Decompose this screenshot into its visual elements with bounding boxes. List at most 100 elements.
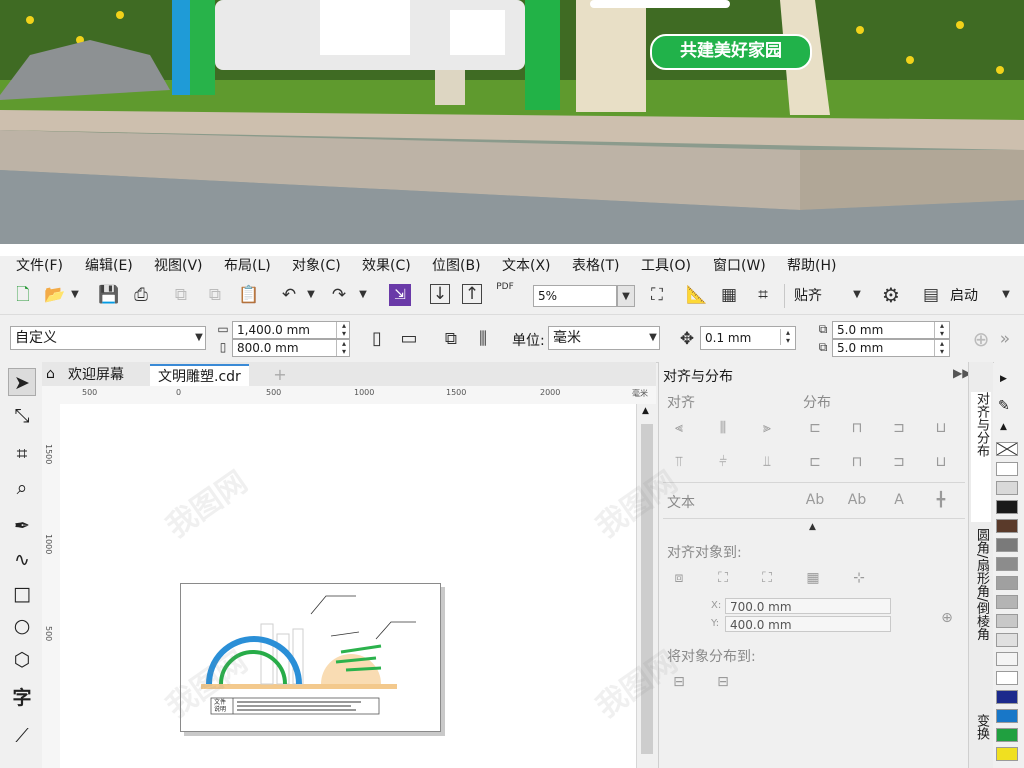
color-swatch[interactable] bbox=[996, 690, 1018, 704]
add-page-icon[interactable]: ⊕ bbox=[970, 328, 992, 350]
tab-document[interactable]: 文明雕塑.cdr bbox=[150, 364, 249, 388]
options-gear-icon[interactable]: ⚙ bbox=[880, 284, 902, 306]
home-icon[interactable]: ⌂ bbox=[46, 366, 55, 382]
menu-tools[interactable]: 工具(O) bbox=[641, 256, 691, 276]
align-to-page-edge-icon[interactable]: ⛶ bbox=[711, 566, 735, 590]
align-right-icon[interactable]: ⫸ bbox=[755, 416, 779, 440]
duplicate-x-field[interactable]: 5.0 mm bbox=[832, 321, 950, 339]
print-icon[interactable]: ⎙ bbox=[130, 284, 152, 306]
color-swatch[interactable] bbox=[996, 481, 1018, 495]
palette-expand-icon[interactable]: ▲ bbox=[1000, 422, 1007, 432]
distribute-to-page-icon[interactable]: ⊟ bbox=[711, 670, 735, 694]
new-document-icon[interactable]: 🗋 bbox=[12, 284, 34, 306]
redo-dropdown-icon[interactable]: ▼ bbox=[352, 284, 374, 306]
menu-object[interactable]: 对象(C) bbox=[292, 256, 341, 276]
color-swatch[interactable] bbox=[996, 595, 1018, 609]
landscape-icon[interactable]: ▭ bbox=[398, 328, 420, 350]
menu-table[interactable]: 表格(T) bbox=[572, 256, 619, 276]
guidelines-icon[interactable]: ⌗ bbox=[752, 284, 774, 306]
tab-welcome[interactable]: 欢迎屏幕 bbox=[60, 364, 132, 386]
align-top-icon[interactable]: ⫪ bbox=[667, 450, 691, 474]
all-pages-icon[interactable]: ⧉ bbox=[440, 328, 462, 350]
snap-dropdown-icon[interactable]: ▼ bbox=[846, 284, 868, 306]
page-size-preset[interactable]: 自定义 bbox=[10, 326, 206, 350]
full-screen-icon[interactable]: ⛶ bbox=[646, 284, 668, 306]
text-first-baseline-icon[interactable]: Ab bbox=[803, 488, 827, 512]
align-left-icon[interactable]: ⫷ bbox=[667, 416, 691, 440]
portrait-icon[interactable]: ▯ bbox=[366, 328, 388, 350]
menu-view[interactable]: 视图(V) bbox=[154, 256, 203, 276]
dup-y-spinner[interactable]: ▴ ▾ bbox=[934, 340, 949, 356]
menu-edit[interactable]: 编辑(E) bbox=[85, 256, 133, 276]
color-swatch[interactable] bbox=[996, 652, 1018, 666]
page-height-field[interactable]: 800.0 mm bbox=[232, 339, 350, 357]
color-swatch[interactable] bbox=[996, 576, 1018, 590]
text-outline-icon[interactable]: ╋ bbox=[929, 488, 953, 512]
color-swatch[interactable] bbox=[996, 671, 1018, 685]
distribute-to-selection-icon[interactable]: ⊟ bbox=[667, 670, 691, 694]
more-options-icon[interactable]: » bbox=[994, 328, 1016, 350]
color-swatch[interactable] bbox=[996, 747, 1018, 761]
duplicate-y-field[interactable]: 5.0 mm bbox=[832, 339, 950, 357]
search-content-icon[interactable]: ⇲ bbox=[389, 284, 411, 306]
snap-to-button[interactable]: 贴齐 bbox=[794, 286, 822, 306]
color-swatch[interactable] bbox=[996, 728, 1018, 742]
vertical-ruler[interactable]: 1500 1000 500 bbox=[42, 404, 61, 768]
reset-point-icon[interactable]: ⊕ bbox=[935, 606, 959, 630]
color-swatch[interactable] bbox=[996, 519, 1018, 533]
zoom-dropdown-icon[interactable]: ▼ bbox=[617, 285, 635, 307]
distribute-space-h-icon[interactable]: ⊔ bbox=[929, 416, 953, 440]
color-swatch[interactable] bbox=[996, 500, 1018, 514]
menu-window[interactable]: 窗口(W) bbox=[713, 256, 766, 276]
distribute-top-icon[interactable]: ⊏ bbox=[803, 450, 827, 474]
open-dropdown-icon[interactable]: ▼ bbox=[64, 284, 86, 306]
text-bbox-icon[interactable]: A bbox=[887, 488, 911, 512]
polygon-tool-icon[interactable]: ⬡ bbox=[8, 646, 36, 674]
distribute-space-v-icon[interactable]: ⊔ bbox=[929, 450, 953, 474]
artistic-media-icon[interactable]: ∿ bbox=[8, 546, 36, 574]
align-to-active-icon[interactable]: ⧈ bbox=[667, 566, 691, 590]
menu-help[interactable]: 帮助(H) bbox=[787, 256, 836, 276]
scroll-up-icon[interactable]: ▲ bbox=[642, 406, 649, 416]
align-x-field[interactable]: 700.0 mm bbox=[725, 598, 891, 614]
color-swatch[interactable] bbox=[996, 462, 1018, 476]
launch-button[interactable]: 启动 bbox=[950, 286, 978, 306]
preset-dropdown-icon[interactable]: ▼ bbox=[188, 327, 210, 349]
redo-icon[interactable]: ↷ bbox=[328, 284, 350, 306]
align-center-h-icon[interactable]: ⫼ bbox=[711, 416, 735, 440]
menu-layout[interactable]: 布局(L) bbox=[224, 256, 271, 276]
save-icon[interactable]: 💾 bbox=[98, 284, 120, 306]
dup-x-spinner[interactable]: ▴ ▾ bbox=[934, 322, 949, 338]
height-spinner[interactable]: ▴ ▾ bbox=[336, 340, 351, 356]
shape-tool-icon[interactable]: ⤡ bbox=[8, 402, 36, 430]
undo-icon[interactable]: ↶ bbox=[278, 284, 300, 306]
distribute-center-icon[interactable]: ⊓ bbox=[845, 416, 869, 440]
eyedropper-icon[interactable]: ✎ bbox=[998, 398, 1010, 414]
side-tab-fillet[interactable]: 圆角/扇形角/倒棱角 bbox=[971, 528, 991, 688]
vertical-scrollbar[interactable]: ▲ bbox=[636, 404, 657, 768]
scroll-thumb[interactable] bbox=[641, 424, 653, 754]
align-to-grid-icon[interactable]: ▦ bbox=[801, 566, 825, 590]
undo-dropdown-icon[interactable]: ▼ bbox=[300, 284, 322, 306]
import-icon[interactable]: ↓ bbox=[430, 284, 450, 304]
align-bottom-icon[interactable]: ⫫ bbox=[755, 450, 779, 474]
menu-effects[interactable]: 效果(C) bbox=[362, 256, 411, 276]
new-tab-icon[interactable]: + bbox=[270, 365, 290, 384]
side-tab-align[interactable]: 对齐与分布 bbox=[971, 392, 991, 522]
units-dropdown-icon[interactable]: ▼ bbox=[642, 327, 664, 349]
menu-file[interactable]: 文件(F) bbox=[16, 256, 63, 276]
launch-icon[interactable]: ▤ bbox=[920, 284, 942, 306]
horizontal-ruler[interactable]: 500 0 500 1000 1500 2000 毫米 bbox=[42, 386, 656, 405]
crop-tool-icon[interactable]: ⌗ bbox=[8, 440, 36, 468]
current-page-icon[interactable]: ⫼ bbox=[472, 328, 494, 350]
distribute-bottom-icon[interactable]: ⊐ bbox=[887, 450, 911, 474]
distribute-left-icon[interactable]: ⊏ bbox=[803, 416, 827, 440]
align-center-v-icon[interactable]: ⫩ bbox=[711, 450, 735, 474]
export-icon[interactable]: ↑ bbox=[462, 284, 482, 304]
distribute-right-icon[interactable]: ⊐ bbox=[887, 416, 911, 440]
palette-scroll-up-icon[interactable]: ▶ bbox=[1000, 374, 1007, 384]
cut-icon[interactable]: ⧉ bbox=[170, 284, 192, 306]
open-folder-icon[interactable]: 📂 bbox=[44, 284, 66, 306]
rectangle-tool-icon[interactable]: □ bbox=[8, 580, 36, 608]
nudge-spinner[interactable]: ▴ ▾ bbox=[780, 329, 795, 345]
